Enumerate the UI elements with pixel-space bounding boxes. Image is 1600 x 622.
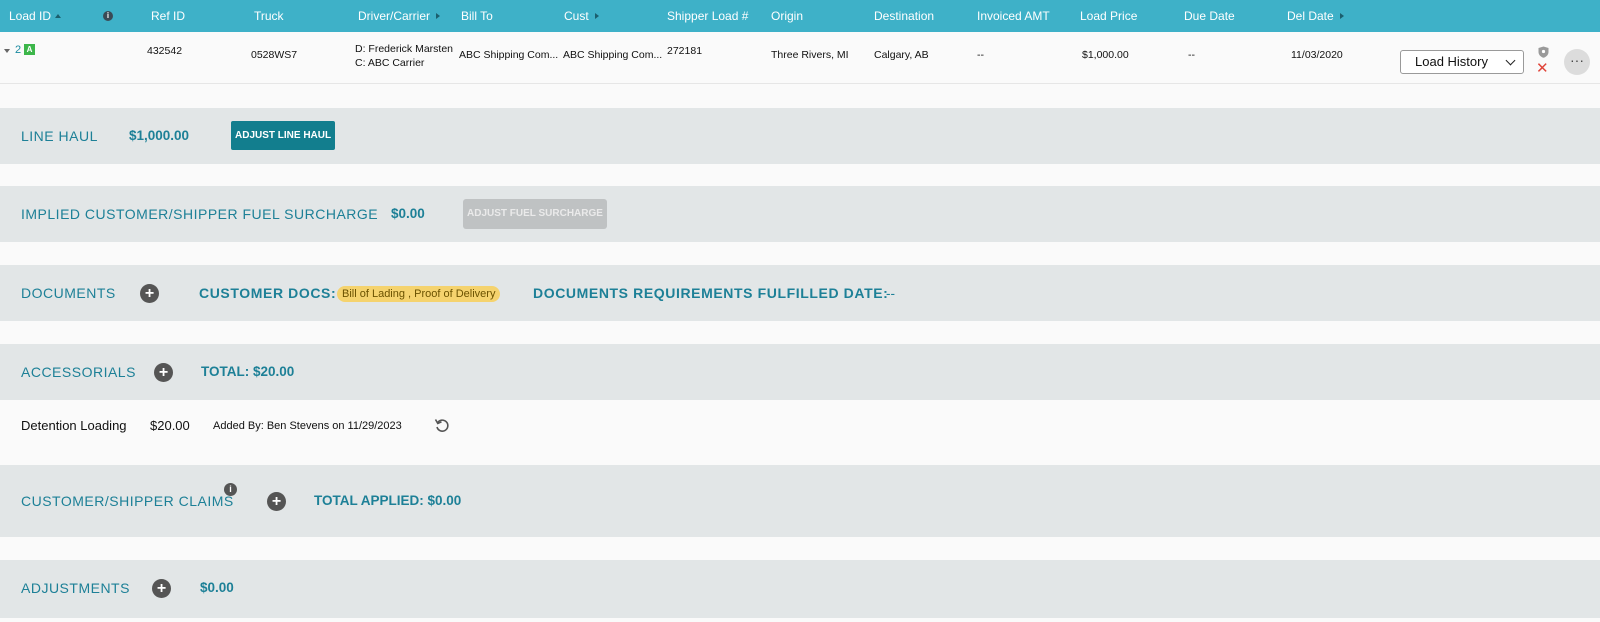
load-history-select[interactable]: Load History: [1400, 50, 1524, 74]
expand-arrow-icon: [594, 13, 599, 19]
del-date: 11/03/2020: [1291, 49, 1343, 61]
close-icon[interactable]: ✕: [1536, 61, 1549, 76]
accessorials-section: ACCESSORIALS + TOTAL: $20.00: [0, 344, 1600, 400]
load-id-link[interactable]: 2: [15, 44, 21, 56]
docs-fulfilled-label: DOCUMENTS REQUIREMENTS FULFILLED DATE:: [533, 285, 889, 301]
invoiced-amt: --: [977, 49, 984, 61]
table-header: Load ID i Ref ID Truck Driver/Carrier Bi…: [0, 0, 1600, 32]
fuel-surcharge-title: IMPLIED CUSTOMER/SHIPPER FUEL SURCHARGE: [21, 206, 379, 222]
col-origin[interactable]: Origin: [771, 0, 803, 32]
col-invoiced-amt[interactable]: Invoiced AMT: [977, 0, 1050, 32]
more-options-button[interactable]: ···: [1564, 49, 1590, 75]
carrier: C: ABC Carrier: [355, 57, 425, 69]
claims-title: CUSTOMER/SHIPPER CLAIMS: [21, 493, 234, 509]
add-document-button[interactable]: +: [140, 284, 159, 303]
col-bill-to[interactable]: Bill To: [461, 0, 493, 32]
shield-icon[interactable]: [1538, 46, 1549, 58]
documents-title: DOCUMENTS: [21, 285, 116, 301]
origin: Three Rivers, MI: [771, 49, 849, 61]
line-haul-title: LINE HAUL: [21, 128, 98, 144]
undo-icon[interactable]: [434, 417, 450, 433]
accessorial-name: Detention Loading: [21, 418, 127, 433]
col-destination[interactable]: Destination: [874, 0, 934, 32]
accessorials-title: ACCESSORIALS: [21, 364, 136, 380]
table-row[interactable]: 2 A 432542 0528WS7 D: Frederick Marsten …: [0, 32, 1600, 84]
ref-id: 432542: [147, 45, 183, 57]
col-driver-carrier[interactable]: Driver/Carrier: [358, 0, 440, 32]
line-haul-section: LINE HAUL $1,000.00 ADJUST LINE HAUL: [0, 108, 1600, 164]
expand-row-icon[interactable]: [4, 49, 10, 53]
customer-docs-label: CUSTOMER DOCS:: [199, 285, 337, 301]
shipper-load: 272181: [667, 45, 703, 57]
documents-section: DOCUMENTS + CUSTOMER DOCS: Bill of Ladin…: [0, 265, 1600, 321]
info-icon[interactable]: i: [224, 483, 237, 496]
col-load-price[interactable]: Load Price: [1080, 0, 1137, 32]
adjust-fuel-surcharge-button[interactable]: ADJUST FUEL SURCHARGE: [463, 199, 607, 229]
line-haul-amount: $1,000.00: [129, 128, 190, 143]
col-ref-id[interactable]: Ref ID: [151, 0, 185, 32]
adjustments-title: ADJUSTMENTS: [21, 580, 130, 596]
chevron-down-icon: [1505, 55, 1516, 66]
truck: 0528WS7: [251, 49, 298, 61]
driver: D: Frederick Marsten: [355, 43, 454, 55]
destination: Calgary, AB: [874, 49, 929, 61]
expand-arrow-icon: [1339, 13, 1344, 19]
add-claim-button[interactable]: +: [267, 492, 286, 511]
adjustments-amount: $0.00: [200, 580, 234, 595]
docs-fulfilled-value: --: [886, 286, 895, 301]
status-badge: A: [24, 44, 35, 55]
fuel-surcharge-section: IMPLIED CUSTOMER/SHIPPER FUEL SURCHARGE …: [0, 186, 1600, 242]
col-del-date[interactable]: Del Date: [1287, 0, 1344, 32]
col-shipper-load[interactable]: Shipper Load #: [667, 0, 748, 32]
col-cust[interactable]: Cust: [564, 0, 599, 32]
fuel-surcharge-amount: $0.00: [391, 206, 425, 221]
adjust-line-haul-button[interactable]: ADJUST LINE HAUL: [231, 121, 336, 150]
customer: ABC Shipping Com...: [563, 49, 663, 61]
col-due-date[interactable]: Due Date: [1184, 0, 1235, 32]
add-adjustment-button[interactable]: +: [152, 579, 171, 598]
adjustments-section: ADJUSTMENTS + $0.00: [0, 560, 1600, 618]
add-accessorial-button[interactable]: +: [154, 363, 173, 382]
col-truck[interactable]: Truck: [254, 0, 284, 32]
load-price: $1,000.00: [1082, 49, 1129, 61]
col-load-id[interactable]: Load ID: [9, 0, 62, 32]
expand-arrow-icon: [436, 13, 440, 19]
accessorial-amount: $20.00: [150, 418, 190, 433]
due-date: --: [1188, 49, 1195, 61]
claims-section: CUSTOMER/SHIPPER CLAIMS i + TOTAL APPLIE…: [0, 465, 1600, 537]
info-icon[interactable]: i: [103, 11, 113, 21]
claims-total: TOTAL APPLIED: $0.00: [314, 493, 462, 508]
sort-asc-icon: [55, 14, 62, 18]
customer-docs-badge: Bill of Lading , Proof of Delivery: [337, 286, 501, 302]
accessorial-added-by: Added By: Ben Stevens on 11/29/2023: [213, 420, 402, 432]
bill-to: ABC Shipping Com...: [459, 49, 559, 61]
accessorials-total: TOTAL: $20.00: [201, 364, 295, 379]
